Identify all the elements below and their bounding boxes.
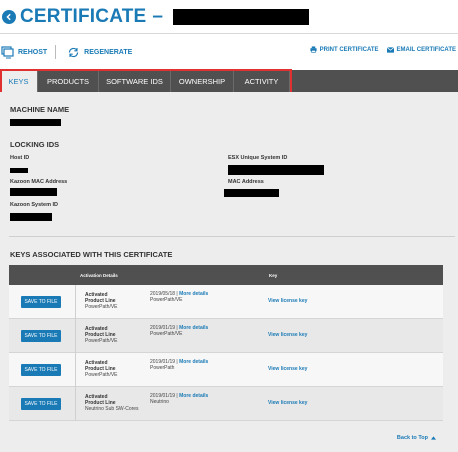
tab-software-ids[interactable]: SOFTWARE IDS xyxy=(99,70,171,92)
keys-table: Activation Details Key SAVE TO FILE Acti… xyxy=(9,265,443,421)
regenerate-label: REGENERATE xyxy=(84,48,133,56)
rehost-label: REHOST xyxy=(18,48,48,56)
redacted-esx-id xyxy=(228,165,324,175)
more-details-link[interactable]: More details xyxy=(179,359,208,365)
view-license-key-link[interactable]: View license key xyxy=(268,332,307,338)
back-to-top-link[interactable]: Back to Top xyxy=(397,435,436,441)
product-name: Neutrino xyxy=(150,399,169,405)
print-certificate-label: PRINT CERTIFICATE xyxy=(319,46,379,53)
refresh-icon xyxy=(66,45,80,59)
column-divider xyxy=(75,319,76,353)
redacted-certificate-id xyxy=(172,9,309,25)
machine-name-heading: MACHINE NAME xyxy=(10,105,70,114)
redacted-kazoon-mac xyxy=(10,188,57,196)
product-line-value: Neutrino Sub SW-Cores xyxy=(85,406,139,412)
kazoon-system-id-label: Kazoon System ID xyxy=(10,202,58,208)
mac-address-label: MAC Address xyxy=(228,179,264,185)
product-name: PowerPath/VE xyxy=(150,297,183,303)
tab-bar: KEYS PRODUCTS SOFTWARE IDS OWNERSHIP ACT… xyxy=(0,70,458,92)
envelope-icon xyxy=(386,46,394,53)
main-content: MACHINE NAME LOCKING IDS Host ID ESX Uni… xyxy=(0,92,458,452)
save-to-file-button[interactable]: SAVE TO FILE xyxy=(21,330,61,342)
product-line-value: PowerPath/VE xyxy=(85,304,118,310)
page-title: CERTIFICATE xyxy=(20,6,147,27)
product-name: PowerPath/VE xyxy=(150,331,183,337)
product-name: PowerPath xyxy=(150,365,175,371)
key-header: Key xyxy=(269,272,278,278)
activation-details-header: Activation Details xyxy=(80,272,118,278)
action-separator xyxy=(55,45,57,59)
esx-id-label: ESX Unique System ID xyxy=(228,155,288,161)
title-divider xyxy=(0,33,458,34)
table-row: SAVE TO FILE Activated Product Line Powe… xyxy=(9,319,443,353)
rehost-button[interactable]: REHOST xyxy=(0,45,47,59)
caret-up-icon xyxy=(431,436,436,440)
tab-activity[interactable]: ACTIVITY xyxy=(234,70,290,92)
redacted-host-id xyxy=(10,168,28,173)
keys-heading: KEYS ASSOCIATED WITH THIS CERTIFICATE xyxy=(10,250,173,259)
product-line-value: PowerPath/VE xyxy=(85,338,118,344)
view-license-key-link[interactable]: View license key xyxy=(268,366,307,372)
save-to-file-button[interactable]: SAVE TO FILE xyxy=(21,296,61,308)
column-divider xyxy=(75,387,76,421)
keys-table-header: Activation Details Key xyxy=(9,265,443,285)
tab-keys[interactable]: KEYS xyxy=(0,70,38,92)
kazoon-mac-label: Kazoon MAC Address xyxy=(10,179,68,185)
column-divider xyxy=(75,285,76,319)
view-license-key-link[interactable]: View license key xyxy=(268,298,307,304)
tab-products[interactable]: PRODUCTS xyxy=(38,70,99,92)
section-divider xyxy=(9,236,455,237)
product-line-value: PowerPath/VE xyxy=(85,372,118,378)
action-bar: REHOST REGENERATE PRINT CERTIFICATE EMAI… xyxy=(0,42,458,62)
redacted-kazoon-system-id xyxy=(10,213,52,221)
chevron-left-icon xyxy=(6,13,11,21)
redacted-mac-address xyxy=(224,189,279,197)
certificate-page: CERTIFICATE – REHOST REGENERATE PRINT CE… xyxy=(0,0,458,452)
more-details-link[interactable]: More details xyxy=(179,325,208,331)
host-id-label: Host ID xyxy=(10,155,30,161)
save-to-file-button[interactable]: SAVE TO FILE xyxy=(21,398,61,410)
table-row: SAVE TO FILE Activated Product Line Powe… xyxy=(9,353,443,387)
email-certificate-button[interactable]: EMAIL CERTIFICATE xyxy=(386,46,456,53)
title-row: CERTIFICATE – xyxy=(0,2,458,32)
save-to-file-button[interactable]: SAVE TO FILE xyxy=(21,364,61,376)
view-license-key-link[interactable]: View license key xyxy=(268,400,307,406)
rehost-icon xyxy=(0,45,14,59)
locking-ids-heading: LOCKING IDS xyxy=(10,140,60,149)
table-row: SAVE TO FILE Activated Product Line Powe… xyxy=(9,285,443,319)
table-row: SAVE TO FILE Activated Product Line Neut… xyxy=(9,387,443,421)
print-icon xyxy=(310,46,317,53)
title-dash: – xyxy=(152,6,163,27)
regenerate-button[interactable]: REGENERATE xyxy=(66,45,132,59)
back-to-top-label: Back to Top xyxy=(396,435,428,441)
more-details-link[interactable]: More details xyxy=(179,393,208,399)
back-button[interactable] xyxy=(2,10,16,24)
more-details-link[interactable]: More details xyxy=(179,291,208,297)
redacted-machine-name xyxy=(10,119,61,126)
column-divider xyxy=(75,353,76,387)
tab-ownership[interactable]: OWNERSHIP xyxy=(171,70,234,92)
email-certificate-label: EMAIL CERTIFICATE xyxy=(396,46,456,53)
print-certificate-button[interactable]: PRINT CERTIFICATE xyxy=(310,46,379,53)
